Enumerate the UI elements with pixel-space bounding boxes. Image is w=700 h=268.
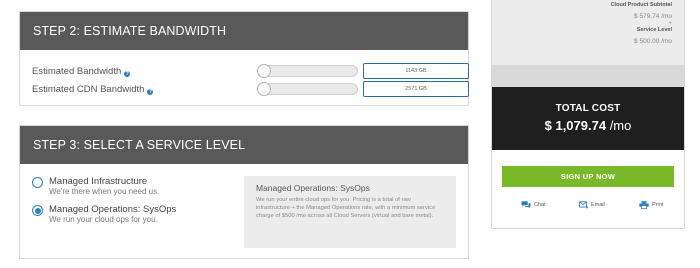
cdn-bandwidth-label: Estimated CDN Bandwidth <box>32 84 145 95</box>
bandwidth-card-title: STEP 2: ESTIMATE BANDWIDTH <box>33 24 227 38</box>
option-title: Managed Infrastructure <box>49 176 148 187</box>
help-icon[interactable]: ? <box>147 88 154 95</box>
total-cost-value: $ 1,079.74 /mo <box>492 118 684 133</box>
info-box-title: Managed Operations: SysOps <box>256 183 370 193</box>
service-level-option-infrastructure[interactable]: Managed Infrastructure We're there when … <box>32 176 159 197</box>
bandwidth-input[interactable]: 1143 GB <box>363 63 469 79</box>
help-icon[interactable]: ? <box>124 70 131 77</box>
chat-label: Chat <box>534 202 546 208</box>
service-level-card-title: STEP 3: SELECT A SERVICE LEVEL <box>33 138 246 152</box>
email-label: Email <box>591 202 605 208</box>
option-title: Managed Operations: SysOps <box>49 204 177 215</box>
sign-up-button[interactable]: SIGN UP NOW <box>502 166 674 187</box>
page: STEP 2: ESTIMATE BANDWIDTH Estimated Ban… <box>0 0 700 268</box>
option-description: We're there when you need us. <box>49 187 160 196</box>
summary-divider <box>492 65 684 87</box>
print-icon <box>639 201 649 209</box>
bandwidth-card-header: STEP 2: ESTIMATE BANDWIDTH <box>20 12 468 50</box>
option-description: We run your cloud ops for you. <box>49 215 158 224</box>
cdn-bandwidth-slider-handle[interactable] <box>257 82 271 96</box>
service-level-card-header: STEP 3: SELECT A SERVICE LEVEL <box>20 126 468 164</box>
email-link[interactable]: Email <box>579 201 605 209</box>
service-level-card: STEP 3: SELECT A SERVICE LEVEL Managed I… <box>19 125 469 259</box>
cost-summary-panel: Cloud Product Subtotal $ 579.74 /mo + Se… <box>491 0 685 229</box>
cdn-bandwidth-row: Estimated CDN Bandwidth ? 2571 GB <box>32 81 469 97</box>
total-cost-amount: $ 1,079.74 <box>544 118 607 133</box>
service-level-label: Service Level <box>636 27 672 33</box>
total-cost-box: TOTAL COST $ 1,079.74 /mo <box>492 87 684 150</box>
subtotal-label: Cloud Product Subtotal <box>610 2 672 8</box>
cost-breakdown: Cloud Product Subtotal $ 579.74 /mo + Se… <box>492 0 684 65</box>
print-label: Print <box>652 202 664 208</box>
radio-infrastructure[interactable] <box>32 177 43 188</box>
email-icon <box>579 201 588 209</box>
print-link[interactable]: Print <box>639 201 663 209</box>
info-box-text: We run your entire cloud ops for you. Pr… <box>256 197 436 219</box>
subtotal-value: $ 579.74 /mo <box>634 13 672 20</box>
bandwidth-slider[interactable] <box>257 64 358 78</box>
bandwidth-slider-handle[interactable] <box>257 64 271 78</box>
total-cost-period: /mo <box>606 118 632 133</box>
chat-link[interactable]: Chat <box>521 201 546 209</box>
total-cost-label: TOTAL COST <box>555 103 621 114</box>
bandwidth-card: STEP 2: ESTIMATE BANDWIDTH Estimated Ban… <box>19 11 469 106</box>
radio-sysops[interactable] <box>32 205 43 216</box>
cdn-bandwidth-input[interactable]: 2571 GB <box>363 81 469 97</box>
bandwidth-row: Estimated Bandwidth ? 1143 GB <box>32 63 469 79</box>
cdn-bandwidth-slider[interactable] <box>257 82 358 96</box>
service-level-value: $ 500.00 /mo <box>634 38 672 45</box>
service-level-option-sysops[interactable]: Managed Operations: SysOps We run your c… <box>32 204 176 225</box>
bandwidth-label: Estimated Bandwidth <box>32 66 122 77</box>
service-level-info-box: Managed Operations: SysOps We run your e… <box>244 176 456 248</box>
chat-icon <box>521 201 531 209</box>
